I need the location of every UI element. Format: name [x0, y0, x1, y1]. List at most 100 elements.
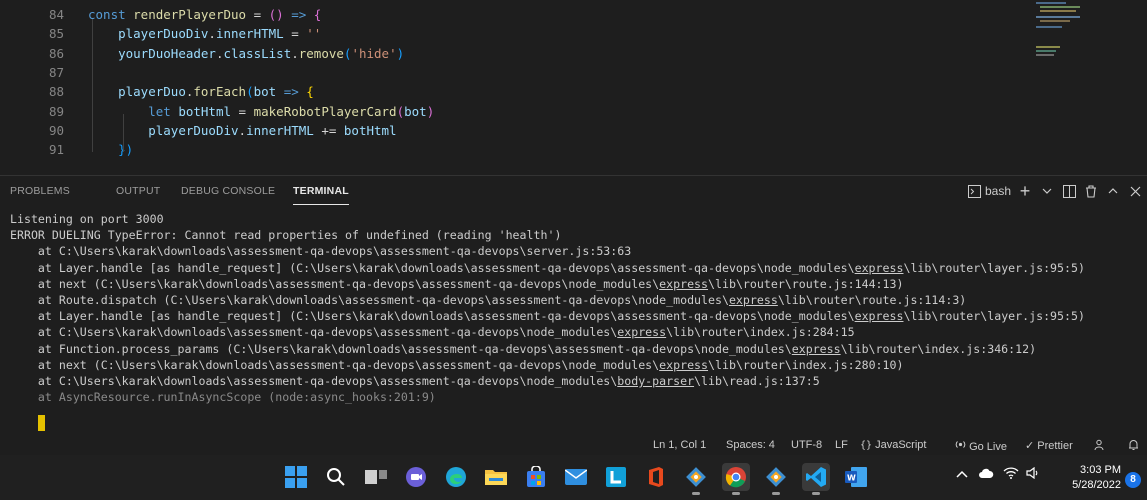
clock-time: 3:03 PM	[1080, 464, 1121, 476]
terminal-text: at Function.process_params (C:\Users\kar…	[10, 341, 792, 356]
code-token: renderPlayerDuo	[133, 7, 247, 22]
terminal-link[interactable]: express	[659, 358, 708, 372]
panel-tab-bar: PROBLEMS OUTPUT DEBUG CONSOLE TERMINAL b…	[0, 175, 1147, 205]
code-token: =	[231, 103, 254, 119]
code-token: )	[396, 45, 405, 61]
feedback-button[interactable]	[1094, 439, 1106, 454]
code-token: =	[246, 7, 269, 22]
office-app[interactable]	[642, 463, 670, 491]
line-number: 84	[48, 7, 64, 22]
cursor-position[interactable]: Ln 1, Col 1	[653, 439, 706, 451]
terminal-shell-selector[interactable]: bash	[967, 181, 1011, 201]
go-live-button[interactable]: Go Live	[955, 439, 1007, 453]
terminal-line: at AsyncResource.runInAsyncScope (node:a…	[10, 389, 436, 405]
kill-terminal-button[interactable]	[1083, 181, 1099, 201]
terminal-link[interactable]: body-parser	[617, 374, 694, 388]
store-app[interactable]	[522, 463, 550, 491]
terminal-link[interactable]: express	[729, 293, 778, 307]
code-token: playerDuoDiv	[148, 122, 239, 138]
terminal-text: \lib\router\layer.js:95:5)	[903, 260, 1085, 275]
code-line: 86 yourDuoHeader.classList.remove('hide'…	[0, 44, 1010, 63]
chrome-icon	[725, 467, 746, 488]
language-mode[interactable]: {} JavaScript	[860, 439, 926, 451]
vscode-icon	[806, 467, 826, 487]
code-token: .	[238, 122, 247, 138]
split-terminal-button[interactable]	[1061, 181, 1077, 201]
app-l[interactable]	[602, 463, 630, 491]
code-token: })	[118, 142, 134, 158]
terminal-text: \lib\read.js:137:5	[694, 374, 820, 388]
code-text: playerDuoDiv.innerHTML = ''	[88, 24, 321, 43]
terminal-cursor	[38, 415, 45, 431]
terminal-text: at Layer.handle [as handle_request] (C:\…	[10, 260, 855, 275]
double-check-icon: ✓	[1025, 440, 1035, 452]
tab-problems[interactable]: PROBLEMS	[10, 185, 70, 197]
store-bag-icon	[527, 466, 545, 487]
code-token: let	[148, 103, 179, 119]
mail-app[interactable]	[562, 463, 590, 491]
vscode-app[interactable]	[802, 463, 830, 495]
terminal-icon	[967, 184, 981, 198]
code-text: })	[88, 140, 133, 159]
speaker-icon	[1026, 466, 1038, 480]
maximize-panel-button[interactable]	[1105, 181, 1121, 201]
prettier-button[interactable]: ✓ Prettier	[1025, 439, 1073, 452]
code-token: remove	[298, 45, 344, 61]
code-token: innerHTML	[215, 26, 284, 42]
terminal-link[interactable]: express	[659, 277, 708, 291]
indentation[interactable]: Spaces: 4	[726, 439, 775, 451]
end-of-line[interactable]: LF	[835, 439, 848, 451]
terminal-output[interactable]: Listening on port 3000 ERROR DUELING Type…	[0, 205, 1147, 437]
line-number: 88	[48, 84, 64, 100]
terminal-link[interactable]: express	[855, 261, 904, 275]
code-line: 85 playerDuoDiv.innerHTML = ''	[0, 24, 1010, 43]
minimap[interactable]	[1034, 0, 1094, 70]
language-label: JavaScript	[875, 439, 927, 451]
split-icon	[1062, 184, 1076, 198]
search-button[interactable]	[322, 463, 350, 491]
chrome-app[interactable]	[722, 463, 750, 495]
code-token: yourDuoHeader	[118, 45, 216, 61]
edge-app[interactable]	[442, 463, 470, 491]
git-app-2[interactable]	[762, 463, 790, 495]
folder-icon	[485, 470, 507, 485]
encoding[interactable]: UTF-8	[791, 439, 822, 451]
chevron-down-icon	[1042, 188, 1052, 194]
network-tray[interactable]	[1003, 467, 1019, 482]
code-token: =>	[283, 7, 314, 22]
tab-debug-console[interactable]: DEBUG CONSOLE	[181, 185, 275, 197]
launch-profile-dropdown[interactable]	[1039, 181, 1055, 201]
terminal-link[interactable]: express	[792, 342, 841, 356]
person-feedback-icon	[1094, 439, 1104, 451]
terminal-link[interactable]: express	[855, 309, 904, 323]
terminal-line: ERROR DUELING TypeError: Cannot read pro…	[10, 227, 561, 243]
onedrive-tray[interactable]	[978, 467, 994, 482]
notifications-button[interactable]	[1128, 439, 1139, 454]
show-hidden-icons[interactable]	[956, 467, 968, 482]
word-app[interactable]: W	[842, 463, 870, 491]
notification-badge[interactable]: 8	[1125, 472, 1141, 488]
close-panel-button[interactable]	[1127, 181, 1143, 201]
clock[interactable]: 3:03 PM 5/28/2022	[1063, 463, 1121, 493]
new-terminal-button[interactable]: +	[1017, 181, 1033, 201]
volume-tray[interactable]	[1026, 466, 1040, 482]
svg-text:W: W	[847, 474, 856, 483]
terminal-link[interactable]: express	[617, 325, 666, 339]
code-text: const renderPlayerDuo = () => {	[88, 5, 321, 24]
task-view-button[interactable]	[362, 463, 390, 491]
tab-terminal[interactable]: TERMINAL	[293, 185, 349, 205]
chat-app[interactable]	[402, 463, 430, 491]
terminal-line: at Layer.handle [as handle_request] (C:\…	[10, 308, 1085, 324]
start-button[interactable]	[282, 463, 310, 491]
git-app[interactable]	[682, 463, 710, 495]
file-explorer-app[interactable]	[482, 463, 510, 491]
braces-icon: {}	[860, 440, 873, 451]
code-text: playerDuo.forEach(bot => {	[88, 82, 314, 101]
code-token: bot	[253, 84, 277, 100]
code-text: let botHtml = makeRobotPlayerCard(bot)	[88, 102, 434, 121]
code-token: (	[246, 84, 254, 100]
code-token: ()	[268, 7, 284, 22]
code-editor[interactable]: 84 const renderPlayerDuo = () => {85 play…	[0, 0, 1147, 175]
terminal-text: \lib\router\index.js:280:10)	[708, 357, 904, 372]
tab-output[interactable]: OUTPUT	[116, 185, 160, 197]
